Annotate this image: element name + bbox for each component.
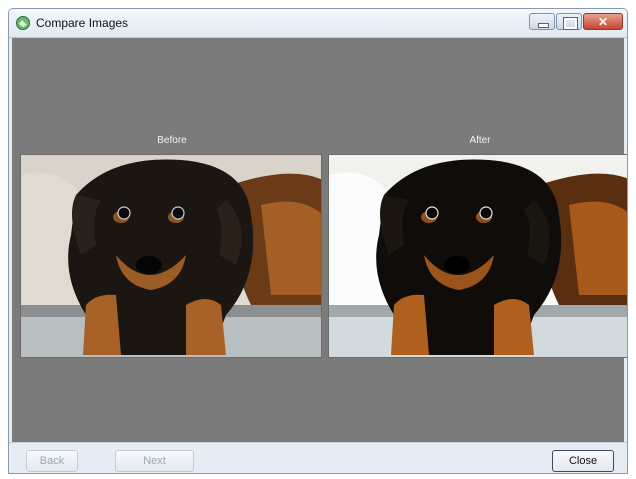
window-close-button[interactable]: ✕ — [583, 13, 623, 30]
after-image — [328, 154, 627, 358]
close-icon: ✕ — [597, 15, 609, 29]
window-controls: ✕ — [528, 13, 623, 31]
before-image — [20, 154, 322, 358]
compare-images-window: Compare Images ✕ Before After Back Next … — [8, 8, 628, 474]
title-bar[interactable]: Compare Images ✕ — [9, 9, 627, 38]
maximize-icon — [563, 17, 578, 30]
back-button[interactable]: Back — [26, 450, 78, 472]
compare-images-app-icon — [16, 16, 30, 30]
minimize-button[interactable] — [529, 13, 555, 30]
comparison-area: Before After — [12, 38, 627, 442]
maximize-button[interactable] — [556, 13, 582, 30]
before-label: Before — [157, 135, 187, 146]
window-title: Compare Images — [36, 16, 129, 30]
button-bar: Back Next Close — [9, 442, 627, 473]
next-button[interactable]: Next — [115, 450, 194, 472]
minimize-icon — [538, 23, 549, 28]
after-label: After — [469, 135, 491, 146]
close-button[interactable]: Close — [552, 450, 614, 472]
